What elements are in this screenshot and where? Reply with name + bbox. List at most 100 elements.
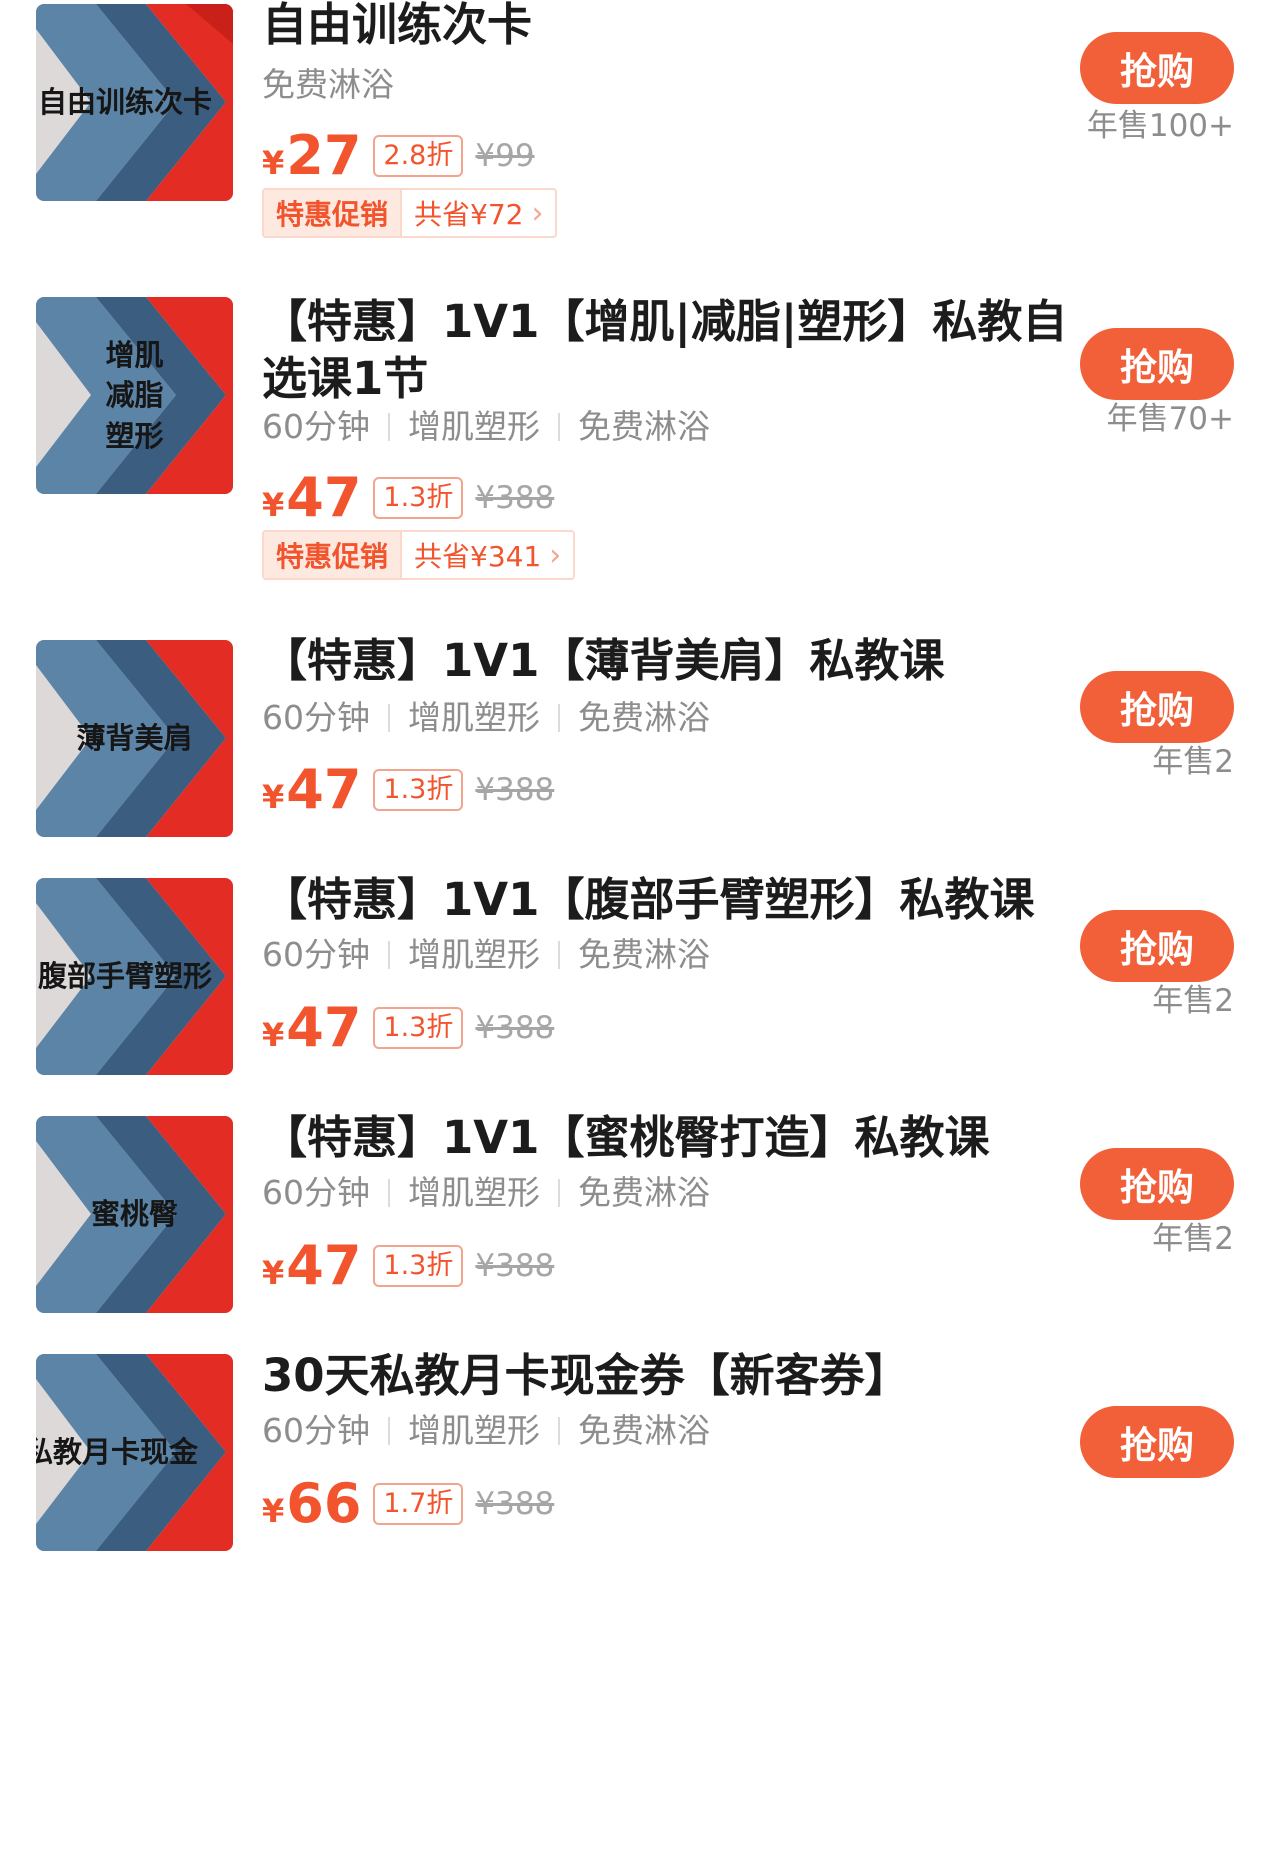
sale-price: ¥27 bbox=[262, 124, 362, 187]
product-tags: 60分钟 增肌塑形 免费淋浴 bbox=[262, 1166, 710, 1214]
tag-category: 增肌塑形 bbox=[408, 1411, 540, 1450]
product-tags: 免费淋浴 bbox=[262, 58, 394, 106]
product-thumbnail[interactable]: 蜜桃臀 bbox=[36, 1116, 233, 1313]
tag-divider bbox=[558, 413, 560, 441]
tag-duration: 60分钟 bbox=[262, 1411, 370, 1450]
discount-badge: 1.3折 bbox=[373, 769, 464, 811]
tag-shower: 免费淋浴 bbox=[578, 407, 710, 446]
buy-button[interactable]: 抢购 bbox=[1080, 328, 1234, 400]
sale-price: ¥66 bbox=[262, 1472, 362, 1535]
tag-category: 增肌塑形 bbox=[408, 407, 540, 446]
product-thumbnail[interactable]: 腹部手臂塑形 bbox=[36, 878, 233, 1075]
tag-duration: 60分钟 bbox=[262, 407, 370, 446]
annual-sales: 年售70+ bbox=[1106, 401, 1234, 437]
thumbnail-label: 腹部手臂塑形 bbox=[38, 959, 213, 994]
price-row: ¥47 1.3折 ¥388 bbox=[262, 998, 554, 1058]
product-card[interactable]: 腹部手臂塑形 【特惠】1V1【腹部手臂塑形】私教课 60分钟 增肌塑形 免费淋浴 ¥… bbox=[0, 873, 1279, 1118]
product-title[interactable]: 自由训练次卡 bbox=[262, 0, 1082, 53]
original-price: ¥388 bbox=[475, 480, 555, 516]
product-thumbnail[interactable]: 私教月卡现金 bbox=[36, 1354, 233, 1551]
tag-duration: 60分钟 bbox=[262, 1173, 370, 1212]
product-title[interactable]: 【特惠】1V1【增肌|减脂|塑形】私教自选课1节 bbox=[262, 293, 1082, 407]
tag-shower: 免费淋浴 bbox=[578, 935, 710, 974]
product-title[interactable]: 【特惠】1V1【薄背美肩】私教课 bbox=[262, 632, 1082, 689]
product-list: 自由训练次卡 自由训练次卡 免费淋浴 ¥27 2.8折 ¥99 特惠促销 共省¥… bbox=[0, 0, 1279, 1873]
tag-shower: 免费淋浴 bbox=[578, 1411, 710, 1450]
discount-badge: 2.8折 bbox=[373, 135, 464, 177]
product-thumbnail[interactable]: 增肌 减脂 塑形 bbox=[36, 297, 233, 494]
product-card[interactable]: 薄背美肩 【特惠】1V1【薄背美肩】私教课 60分钟 增肌塑形 免费淋浴 ¥47 1… bbox=[0, 634, 1279, 876]
product-thumbnail[interactable]: 薄背美肩 bbox=[36, 640, 233, 837]
original-price: ¥388 bbox=[475, 772, 555, 808]
tag-category: 增肌塑形 bbox=[408, 1173, 540, 1212]
thumbnail-label: 薄背美肩 bbox=[76, 721, 193, 756]
product-tags: 60分钟 增肌塑形 免费淋浴 bbox=[262, 400, 710, 448]
price-row: ¥47 1.3折 ¥388 bbox=[262, 760, 554, 820]
product-title[interactable]: 30天私教月卡现金券【新客券】 bbox=[262, 1347, 1082, 1404]
buy-button[interactable]: 抢购 bbox=[1080, 1148, 1234, 1220]
promo-banner[interactable]: 特惠促销 共省¥341 › bbox=[262, 530, 576, 580]
tag-divider bbox=[558, 1179, 560, 1207]
price-row: ¥66 1.7折 ¥388 bbox=[262, 1474, 554, 1534]
promo-label: 特惠促销 bbox=[264, 190, 403, 236]
tag-duration: 60分钟 bbox=[262, 698, 370, 737]
thumbnail-label: 自由训练次卡 bbox=[38, 85, 213, 120]
thumbnail-label: 增肌 减脂 塑形 bbox=[105, 337, 164, 453]
annual-sales: 年售2 bbox=[1152, 983, 1234, 1019]
price-row: ¥47 1.3折 ¥388 bbox=[262, 1236, 554, 1296]
price-row: ¥27 2.8折 ¥99 bbox=[262, 126, 535, 186]
discount-badge: 1.7折 bbox=[373, 1483, 464, 1525]
tag-category: 增肌塑形 bbox=[408, 698, 540, 737]
chevron-right-icon: › bbox=[549, 537, 562, 573]
tag-divider bbox=[558, 941, 560, 969]
tag-divider bbox=[388, 704, 390, 732]
buy-button[interactable]: 抢购 bbox=[1080, 32, 1234, 104]
buy-button[interactable]: 抢购 bbox=[1080, 910, 1234, 982]
tag-category: 增肌塑形 bbox=[408, 935, 540, 974]
tag-shower: 免费淋浴 bbox=[262, 65, 394, 104]
thumbnail-label: 私教月卡现金 bbox=[36, 1435, 199, 1470]
tag-divider bbox=[388, 1417, 390, 1445]
original-price: ¥388 bbox=[475, 1486, 555, 1522]
promo-savings: 共省¥341 bbox=[414, 540, 542, 573]
discount-badge: 1.3折 bbox=[373, 1245, 464, 1287]
discount-badge: 1.3折 bbox=[373, 1007, 464, 1049]
original-price: ¥388 bbox=[475, 1248, 555, 1284]
sale-price: ¥47 bbox=[262, 758, 362, 821]
tag-shower: 免费淋浴 bbox=[578, 698, 710, 737]
discount-badge: 1.3折 bbox=[373, 477, 464, 519]
product-tags: 60分钟 增肌塑形 免费淋浴 bbox=[262, 691, 710, 739]
chevron-right-icon: › bbox=[531, 195, 544, 231]
product-card[interactable]: 自由训练次卡 自由训练次卡 免费淋浴 ¥27 2.8折 ¥99 特惠促销 共省¥… bbox=[0, 0, 1279, 300]
annual-sales: 年售100+ bbox=[1086, 108, 1234, 144]
original-price: ¥99 bbox=[475, 138, 535, 174]
promo-banner[interactable]: 特惠促销 共省¥72 › bbox=[262, 188, 558, 238]
product-title[interactable]: 【特惠】1V1【蜜桃臀打造】私教课 bbox=[262, 1109, 1082, 1166]
sale-price: ¥47 bbox=[262, 466, 362, 529]
promo-savings: 共省¥72 bbox=[414, 198, 524, 231]
product-thumbnail[interactable]: 自由训练次卡 bbox=[36, 4, 233, 201]
product-card[interactable]: 增肌 减脂 塑形 【特惠】1V1【增肌|减脂|塑形】私教自选课1节 60分钟 增肌… bbox=[0, 290, 1279, 610]
promo-label: 特惠促销 bbox=[264, 532, 403, 578]
product-card[interactable]: 蜜桃臀 【特惠】1V1【蜜桃臀打造】私教课 60分钟 增肌塑形 免费淋浴 ¥47 1… bbox=[0, 1111, 1279, 1356]
tag-divider bbox=[558, 704, 560, 732]
sale-price: ¥47 bbox=[262, 1234, 362, 1297]
tag-divider bbox=[388, 941, 390, 969]
sale-price: ¥47 bbox=[262, 996, 362, 1059]
annual-sales: 年售2 bbox=[1152, 1221, 1234, 1257]
buy-button[interactable]: 抢购 bbox=[1080, 671, 1234, 743]
original-price: ¥388 bbox=[475, 1010, 555, 1046]
product-tags: 60分钟 增肌塑形 免费淋浴 bbox=[262, 928, 710, 976]
product-card[interactable]: 私教月卡现金 30天私教月卡现金券【新客券】 60分钟 增肌塑形 免费淋浴 ¥66 … bbox=[0, 1349, 1279, 1594]
tag-shower: 免费淋浴 bbox=[578, 1173, 710, 1212]
product-tags: 60分钟 增肌塑形 免费淋浴 bbox=[262, 1404, 710, 1452]
tag-divider bbox=[558, 1417, 560, 1445]
buy-button[interactable]: 抢购 bbox=[1080, 1406, 1234, 1478]
thumbnail-label: 蜜桃臀 bbox=[90, 1197, 178, 1232]
tag-divider bbox=[388, 1179, 390, 1207]
price-row: ¥47 1.3折 ¥388 bbox=[262, 468, 554, 528]
tag-duration: 60分钟 bbox=[262, 935, 370, 974]
tag-divider bbox=[388, 413, 390, 441]
annual-sales: 年售2 bbox=[1152, 744, 1234, 780]
product-title[interactable]: 【特惠】1V1【腹部手臂塑形】私教课 bbox=[262, 871, 1082, 928]
